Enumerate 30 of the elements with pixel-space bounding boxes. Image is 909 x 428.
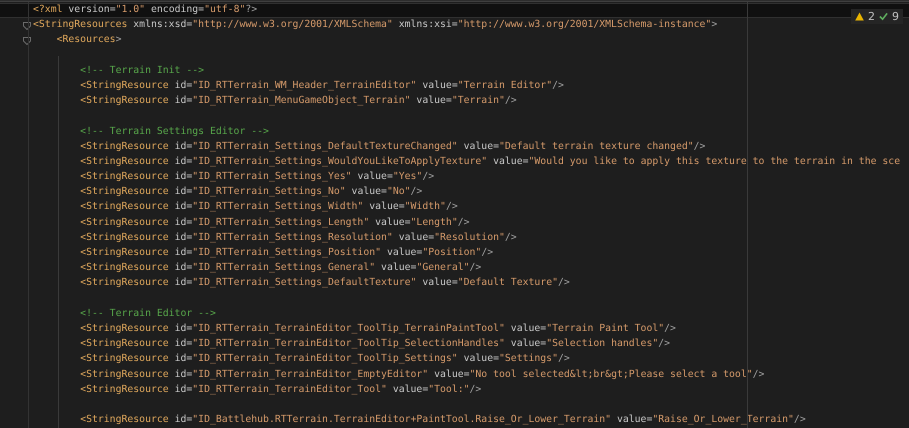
code-line: <StringResource id="ID_RTTerrain_TerrainEditor_ToolTip_Settings" value="Settings"/>	[79, 352, 570, 366]
check-icon	[879, 12, 888, 21]
warning-icon	[855, 12, 864, 21]
code-comment: <!-- Terrain Settings Editor -->	[79, 124, 269, 138]
code-line: <StringResource id="ID_RTTerrain_TerrainEditor_ToolTip_SelectionHandles" value="Selection handles"/>	[79, 337, 670, 352]
warning-count: 2	[868, 10, 875, 23]
code-line: <StringResource id="ID_RTTerrain_Settings_Yes" value="Yes"/>	[79, 170, 434, 184]
code-line: <StringResource id="ID_RTTerrain_TerrainEditor_ToolTip_TerrainPaintTool" value="Terrain Paint Tool"/>	[79, 322, 676, 336]
code-line: <StringResources xmlns:xsd="http://www.w3.org/2001/XMLSchema" xmlns:xsi="http://www.w3.org/2001/XMLSchema-instance">	[33, 18, 718, 32]
fold-icon[interactable]	[23, 36, 31, 45]
code-line: <StringResource id="ID_RTTerrain_TerrainEditor_EmptyEditor" value="No tool selected&lt;br&gt;Please select a tool"/>	[79, 368, 764, 382]
code-line: <StringResource id="ID_RTTerrain_Settings_No" value="No"/>	[79, 185, 422, 200]
code-line: <?xml version="1.0" encoding="utf-8"?>	[33, 3, 258, 17]
code-line: <StringResource id="ID_RTTerrain_WM_Header_TerrainEditor" value="Terrain Editor"/>	[79, 78, 564, 93]
fold-icon[interactable]	[23, 22, 31, 30]
code-line: <StringResource id="ID_RTTerrain_Settings_WouldYouLikeToApplyTexture" value="Would you like to apply this texture to the terrain in the sce	[79, 154, 900, 169]
code-line: <StringResource id="ID_RTTerrain_TerrainEditor_Tool" value="Tool:"/>	[79, 382, 482, 397]
code-line: <StringResource id="ID_RTTerrain_Settings_Length" value="Length"/>	[79, 216, 470, 230]
code-comment: <!-- Terrain Editor -->	[79, 306, 216, 321]
code-line: <StringResource id="ID_RTTerrain_MenuGameObject_Terrain" value="Terrain"/>	[79, 94, 517, 108]
code-line: <StringResource id="ID_RTTerrain_Settings_Resolution" value="Resolution"/>	[79, 230, 517, 245]
code-line: <StringResource id="ID_RTTerrain_Settings_DefaultTexture" value="Default Texture"/>	[79, 276, 570, 290]
code-comment: <!-- Terrain Init -->	[79, 64, 204, 78]
code-line: <Resources>	[56, 33, 122, 48]
check-count: 9	[892, 10, 899, 23]
code-line: <StringResource id="ID_RTTerrain_Settings_Width" value="Width"/>	[79, 200, 458, 214]
code-line: <StringResource id="ID_Battlehub.RTTerrain.TerrainEditor+PaintTool.Raise_Or_Lower_Terrain" value="Raise_Or_Lower_Terrain"/>	[79, 413, 806, 428]
code-line: <StringResource id="ID_RTTerrain_Settings_Position" value="Position"/>	[79, 246, 494, 260]
code-line: <StringResource id="ID_RTTerrain_Settings_General" value="General"/>	[79, 261, 482, 276]
code-line: <StringResource id="ID_RTTerrain_Settings_DefaultTextureChanged" value="Default terrain texture changed"/>	[79, 140, 706, 154]
